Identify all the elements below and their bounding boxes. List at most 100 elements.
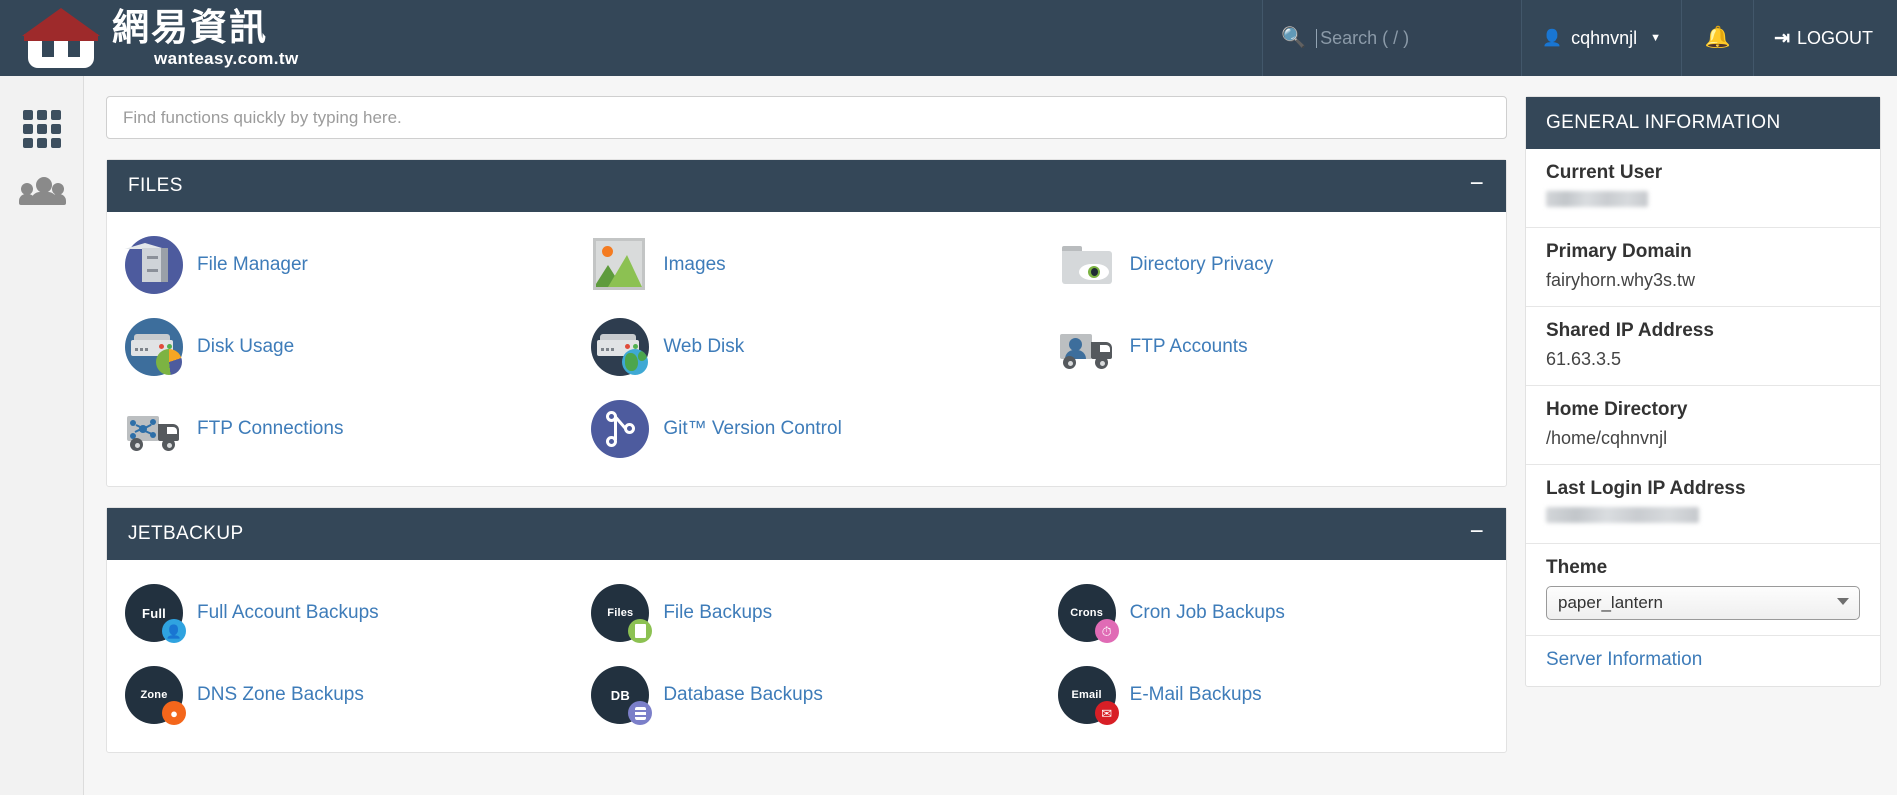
app-label: Full Account Backups bbox=[197, 602, 379, 623]
text-cursor bbox=[1316, 28, 1318, 48]
app-ftp-accounts[interactable]: FTP Accounts bbox=[1040, 308, 1506, 386]
app-label: Database Backups bbox=[663, 684, 823, 705]
gi-row-current-user: Current User ████████ bbox=[1526, 149, 1880, 228]
app-label: File Manager bbox=[197, 254, 308, 275]
grid-filler bbox=[1040, 390, 1506, 468]
brand-domain: wanteasy.com.tw bbox=[154, 49, 299, 68]
user-menu-button[interactable]: 👤 cqhnvnjl ▼ bbox=[1522, 0, 1683, 76]
bell-icon: 🔔 bbox=[1704, 26, 1731, 49]
global-search[interactable]: 🔍 Search ( / ) bbox=[1262, 0, 1523, 76]
user-badge-icon: 👤 bbox=[162, 619, 186, 643]
gi-label: Primary Domain bbox=[1546, 241, 1692, 262]
find-functions-input[interactable]: Find functions quickly by typing here. bbox=[106, 96, 1507, 139]
logout-label: LOGOUT bbox=[1796, 27, 1873, 48]
search-input[interactable]: Search ( / ) bbox=[1320, 28, 1409, 49]
app-label: FTP Accounts bbox=[1129, 336, 1248, 357]
app-label: Cron Job Backups bbox=[1129, 602, 1285, 623]
app-disk-usage[interactable]: Disk Usage bbox=[107, 308, 573, 386]
panel-files-body: File Manager Images Directory Privacy Di… bbox=[107, 212, 1506, 486]
right-column: GENERAL INFORMATION Current User ███████… bbox=[1525, 96, 1881, 795]
file-manager-icon bbox=[124, 236, 183, 294]
user-name-label: cqhnvnjl bbox=[1571, 27, 1638, 48]
app-label: DNS Zone Backups bbox=[197, 684, 364, 705]
app-web-disk[interactable]: Web Disk bbox=[573, 308, 1039, 386]
app-database-backups[interactable]: DB Database Backups bbox=[573, 656, 1039, 734]
sidebar-item-user-manager[interactable] bbox=[0, 160, 83, 222]
general-information-panel: GENERAL INFORMATION Current User ███████… bbox=[1525, 96, 1881, 687]
app-label: File Backups bbox=[663, 602, 773, 623]
gi-value: fairyhorn.why3s.tw bbox=[1546, 270, 1696, 290]
brand-logo[interactable]: 網易資訊 wanteasy.com.tw bbox=[0, 0, 299, 76]
theme-select-wrap: paper_lantern bbox=[1546, 586, 1860, 620]
jetbackup-zone-icon: Zone ● bbox=[125, 666, 186, 725]
brand-text: 網易資訊 wanteasy.com.tw bbox=[112, 9, 299, 67]
collapse-jetbackup-button[interactable]: − bbox=[1470, 520, 1484, 544]
gi-value-redacted: ████████████ bbox=[1546, 507, 1700, 523]
envelope-badge-icon: ✉ bbox=[1094, 701, 1119, 725]
panel-files-title: FILES bbox=[128, 175, 183, 196]
jetbackup-icon-text: Zone bbox=[140, 689, 168, 701]
panel-jetbackup: JETBACKUP − Full 👤 Full Account Backups … bbox=[106, 507, 1507, 753]
chevron-down-icon: ▼ bbox=[1650, 32, 1662, 44]
panel-jetbackup-header: JETBACKUP − bbox=[107, 508, 1506, 560]
jetbackup-icon-text: Files bbox=[607, 607, 634, 619]
panel-jetbackup-body: Full 👤 Full Account Backups Files File B… bbox=[107, 560, 1506, 752]
git-version-control-icon bbox=[591, 400, 650, 458]
header-spacer bbox=[299, 0, 1263, 76]
app-file-manager[interactable]: File Manager bbox=[107, 226, 573, 304]
gi-label: Last Login IP Address bbox=[1546, 478, 1746, 499]
jetbackup-files-icon: Files bbox=[591, 584, 653, 643]
main-column: Find functions quickly by typing here. F… bbox=[106, 96, 1507, 795]
panel-jetbackup-title: JETBACKUP bbox=[128, 523, 244, 544]
jetbackup-email-icon: Email ✉ bbox=[1057, 666, 1119, 725]
server-information-link[interactable]: Server Information bbox=[1546, 649, 1702, 670]
images-icon bbox=[591, 236, 649, 294]
globe-badge-icon: ● bbox=[162, 701, 186, 725]
app-git-version-control[interactable]: Git™ Version Control bbox=[573, 390, 1039, 468]
content-area: Find functions quickly by typing here. F… bbox=[84, 76, 1897, 795]
logout-button[interactable]: ⇥ LOGOUT bbox=[1754, 0, 1897, 76]
jetbackup-crons-icon: Crons ⏱ bbox=[1057, 584, 1119, 643]
app-dns-zone-backups[interactable]: Zone ● DNS Zone Backups bbox=[107, 656, 573, 734]
app-label: Git™ Version Control bbox=[663, 418, 842, 439]
general-information-title: GENERAL INFORMATION bbox=[1526, 97, 1880, 149]
gi-row-server-information: Server Information bbox=[1526, 636, 1880, 686]
app-ftp-connections[interactable]: FTP Connections bbox=[107, 390, 573, 468]
app-label: Images bbox=[663, 254, 726, 275]
notifications-button[interactable]: 🔔 bbox=[1682, 0, 1755, 76]
gi-label: Shared IP Address bbox=[1546, 320, 1714, 341]
gi-row-theme: Theme paper_lantern bbox=[1526, 544, 1880, 636]
logout-icon: ⇥ bbox=[1774, 27, 1790, 49]
gi-label: Theme bbox=[1546, 557, 1608, 578]
app-label: E-Mail Backups bbox=[1129, 684, 1262, 705]
jetbackup-icon-text: DB bbox=[610, 687, 630, 703]
house-logo-icon bbox=[22, 8, 100, 68]
app-email-backups[interactable]: Email ✉ E-Mail Backups bbox=[1040, 656, 1506, 734]
jetbackup-icon-text: Crons bbox=[1070, 607, 1104, 619]
panel-files: FILES − File Manager Images Directory Pr… bbox=[106, 159, 1507, 487]
app-label: FTP Connections bbox=[197, 418, 344, 439]
jetbackup-icon-text: Full bbox=[142, 605, 166, 621]
gi-value-redacted: ████████ bbox=[1546, 191, 1649, 207]
web-disk-icon bbox=[591, 318, 650, 376]
gi-value: 61.63.3.5 bbox=[1546, 349, 1622, 369]
left-sidebar bbox=[0, 76, 84, 795]
jetbackup-icon-text: Email bbox=[1071, 689, 1102, 701]
sidebar-item-tools[interactable] bbox=[0, 98, 83, 160]
directory-privacy-icon bbox=[1058, 236, 1116, 294]
grid-icon bbox=[22, 110, 61, 148]
app-label: Web Disk bbox=[663, 336, 745, 357]
jetbackup-db-icon: DB bbox=[591, 666, 653, 725]
app-images[interactable]: Images bbox=[573, 226, 1039, 304]
ftp-accounts-icon bbox=[1058, 318, 1116, 376]
disk-usage-icon bbox=[125, 318, 183, 376]
app-label: Directory Privacy bbox=[1129, 254, 1274, 275]
app-file-backups[interactable]: Files File Backups bbox=[573, 574, 1039, 652]
search-icon: 🔍 bbox=[1281, 27, 1307, 49]
app-full-account-backups[interactable]: Full 👤 Full Account Backups bbox=[107, 574, 573, 652]
app-cron-job-backups[interactable]: Crons ⏱ Cron Job Backups bbox=[1040, 574, 1506, 652]
page-shell: Find functions quickly by typing here. F… bbox=[0, 76, 1897, 795]
collapse-files-button[interactable]: − bbox=[1470, 172, 1484, 196]
theme-select[interactable]: paper_lantern bbox=[1546, 586, 1860, 620]
app-directory-privacy[interactable]: Directory Privacy bbox=[1040, 226, 1506, 304]
